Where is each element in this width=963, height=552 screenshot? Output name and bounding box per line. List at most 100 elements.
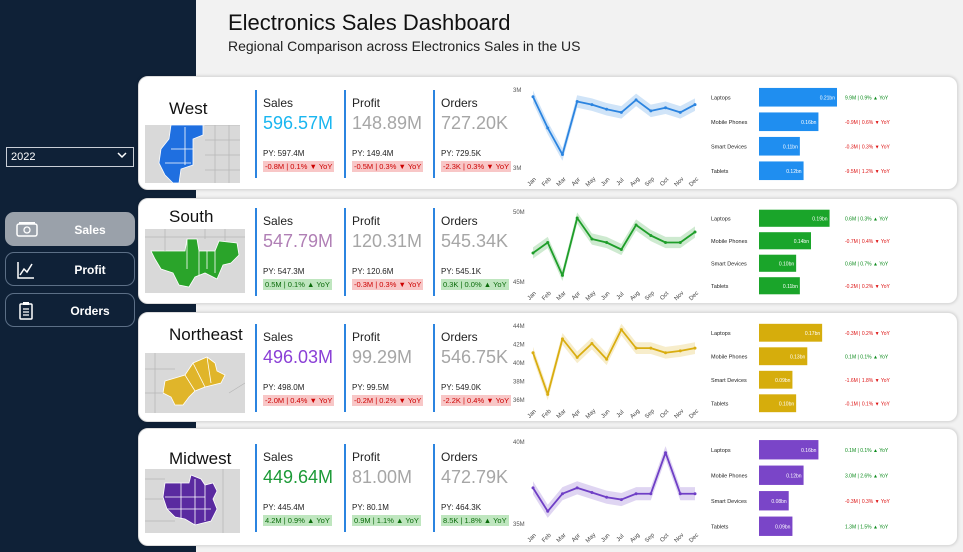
kpi-value: 81.00M xyxy=(352,467,413,487)
data-point xyxy=(605,241,609,244)
x-tick-label: Nov xyxy=(674,532,686,543)
kpi-label: Sales xyxy=(263,96,294,110)
product-yoy-delta: -0.1M | 0.1% ▼ YoY xyxy=(845,401,891,407)
region-card-south: South Sales 547.79M PY: 547.3M 0.5M | 0.… xyxy=(138,198,958,304)
data-point xyxy=(546,509,550,513)
data-point xyxy=(531,251,535,255)
x-tick-label: Oct xyxy=(659,533,670,543)
data-point xyxy=(605,495,609,499)
data-point xyxy=(634,346,638,350)
kpi-label: Orders xyxy=(441,96,478,110)
product-yoy-delta: 3.0M | 2.6% ▲ YoY xyxy=(845,473,889,479)
product-label: Mobile Phones xyxy=(711,239,748,245)
x-tick-label: May xyxy=(585,290,597,301)
region-map xyxy=(145,125,240,184)
data-point xyxy=(664,106,668,110)
kpi-yoy-delta: -0.5M | 0.3% ▼ YoY xyxy=(352,161,424,172)
product-yoy-delta: 1.3M | 1.5% ▲ YoY xyxy=(845,524,889,530)
data-point xyxy=(664,241,668,244)
kpi-prior-year: PY: 120.6M xyxy=(352,267,394,276)
y-tick-label: 35M xyxy=(513,522,525,528)
kpi-prior-year: PY: 445.4M xyxy=(263,503,305,512)
data-point xyxy=(575,486,579,490)
kpi-value: 148.89M xyxy=(352,113,423,133)
data-point xyxy=(546,241,550,244)
bar-value-label: 0.10bn xyxy=(779,261,795,267)
kpi-yoy-delta: 0.3K | 0.0% ▲ YoY xyxy=(441,279,509,290)
x-tick-label: Aug xyxy=(629,290,641,301)
kpi-label: Profit xyxy=(352,96,381,110)
kpi-sales: Sales 449.64M PY: 445.4M 4.2M | 0.9% ▲ Y… xyxy=(255,444,339,532)
x-tick-label: Mar xyxy=(556,533,568,543)
kpi-yoy-delta: 0.9M | 1.1% ▲ YoY xyxy=(352,515,421,526)
monthly-trend-chart: 44M 42M 40M 38M 36MJan Feb Mar Apr May Jun Jul Aug S… xyxy=(513,323,700,419)
clipboard-icon xyxy=(16,301,36,321)
kpi-profit: Profit 148.89M PY: 149.4M -0.5M | 0.3% ▼… xyxy=(344,90,428,178)
data-point xyxy=(634,223,638,227)
nav-orders-button[interactable]: Orders xyxy=(5,293,135,327)
year-select[interactable]: 2022 xyxy=(6,147,134,167)
year-select-value: 2022 xyxy=(11,151,36,163)
data-point xyxy=(693,492,697,496)
region-card-midwest: Midwest Sales 449.64M PY: 445.4M 4.2M | … xyxy=(138,428,958,546)
x-tick-label: Apr xyxy=(571,291,582,301)
confidence-band xyxy=(533,446,695,518)
product-label: Mobile Phones xyxy=(711,354,748,360)
kpi-yoy-delta: -2.3K | 0.3% ▼ YoY xyxy=(441,161,512,172)
bar-value-label: 0.11bn xyxy=(783,284,798,290)
product-label: Laptops xyxy=(711,448,731,454)
bar-value-label: 0.19bn xyxy=(812,216,828,222)
kpi-prior-year: PY: 545.1K xyxy=(441,267,482,276)
page-subtitle: Regional Comparison across Electronics S… xyxy=(228,38,581,54)
kpi-prior-year: PY: 547.3M xyxy=(263,267,305,276)
kpi-prior-year: PY: 498.0M xyxy=(263,383,305,392)
nav-sales-button[interactable]: Sales xyxy=(5,212,135,246)
header: Electronics Sales Dashboard Regional Com… xyxy=(198,0,963,72)
kpi-yoy-delta: 0.5M | 0.1% ▲ YoY xyxy=(263,279,332,290)
kpi-orders: Orders 727.20K PY: 729.5K -2.3K | 0.3% ▼… xyxy=(433,90,517,178)
bar-value-label: 0.12bn xyxy=(786,169,802,175)
kpi-yoy-delta: 8.5K | 1.8% ▲ YoY xyxy=(441,515,509,526)
kpi-value: 727.20K xyxy=(441,113,509,133)
y-tick-label: 42M xyxy=(513,343,525,349)
product-bar-chart: Laptops 0.21bn 9.9M | 0.9% ▲ YoY Mobile Pho… xyxy=(711,87,891,181)
x-tick-label: Dec xyxy=(688,176,700,187)
product-yoy-delta: 0.1M | 0.1% ▲ YoY xyxy=(845,448,889,454)
kpi-yoy-delta: 4.2M | 0.9% ▲ YoY xyxy=(263,515,332,526)
data-point xyxy=(664,351,668,355)
bar-value-label: 0.13bn xyxy=(790,354,806,360)
data-point xyxy=(678,110,682,114)
kpi-label: Orders xyxy=(441,450,478,464)
nav-profit-button[interactable]: Profit xyxy=(5,252,135,286)
kpi-value: 472.79K xyxy=(441,467,509,487)
data-point xyxy=(619,248,623,251)
x-tick-label: Sep xyxy=(644,532,656,543)
nav-orders-label: Orders xyxy=(70,304,110,318)
data-point xyxy=(590,237,594,241)
kpi-prior-year: PY: 729.5K xyxy=(441,149,482,158)
data-point xyxy=(590,103,594,107)
data-point xyxy=(619,328,623,332)
kpi-value: 596.57M xyxy=(263,113,334,133)
kpi-prior-year: PY: 464.3K xyxy=(441,503,482,512)
kpi-yoy-delta: -0.2M | 0.2% ▼ YoY xyxy=(352,395,424,406)
x-tick-label: Aug xyxy=(629,408,641,419)
y-tick-label: 3M xyxy=(513,166,521,172)
x-tick-label: Jun xyxy=(600,533,611,543)
region-map xyxy=(145,229,245,293)
product-label: Mobile Phones xyxy=(711,120,748,126)
x-tick-label: Jul xyxy=(616,291,626,301)
product-yoy-delta: -0.3M | 0.3% ▼ YoY xyxy=(845,144,891,150)
x-tick-label: Mar xyxy=(556,291,568,301)
product-bar-chart: Laptops 0.16bn 0.1M | 0.1% ▲ YoY Mobile Pho… xyxy=(711,440,891,536)
nav-sales-label: Sales xyxy=(74,223,106,237)
data-point xyxy=(590,342,594,345)
product-yoy-delta: -0.9M | 0.6% ▼ YoY xyxy=(845,120,891,126)
kpi-value: 547.79M xyxy=(263,231,334,251)
region-title: Midwest xyxy=(169,449,232,468)
kpi-label: Orders xyxy=(441,330,478,344)
product-label: Laptops xyxy=(711,216,731,222)
product-label: Smart Devices xyxy=(711,378,747,384)
x-tick-label: Oct xyxy=(659,177,670,187)
x-tick-label: Nov xyxy=(674,290,686,301)
